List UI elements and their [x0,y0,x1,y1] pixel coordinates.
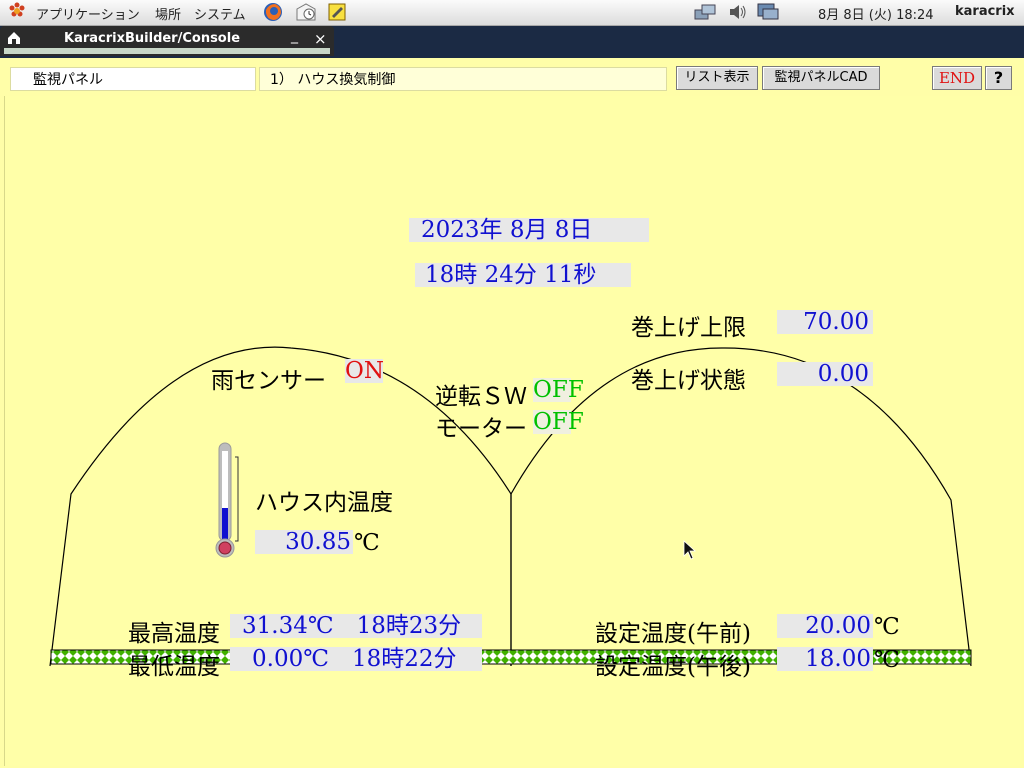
display-icon[interactable] [757,2,779,26]
console-title: KaracrixBuilder/Console [64,31,241,46]
house-temp-label: ハウス内温度 [255,490,393,516]
motor-value: OFF [533,409,584,435]
menu-places[interactable]: 場所 [155,4,181,23]
motor-label: モーター [435,416,527,442]
reverse-switch-label: 逆転ＳＷ [435,384,527,410]
set-temp-am-label: 設定温度(午前) [595,621,751,647]
house-temp-value: 30.85 [255,530,353,554]
date-display: 2023年 8月 8日 [409,218,649,242]
panel-cad-button[interactable]: 監視パネルCAD [762,66,880,90]
network-icon[interactable] [694,2,716,26]
max-temp-value: 31.34℃ 18時23分 [230,614,482,638]
rain-sensor-value: ON [345,358,384,384]
monitor-panel: 2023年 8月 8日 18時 24分 11秒 巻上げ上限 70.00 巻上げ状… [4,96,1021,766]
time-display: 18時 24分 11秒 [415,263,631,287]
mouse-cursor-icon [683,540,697,560]
rollup-limit-label: 巻上げ上限 [631,315,746,341]
set-temp-pm-unit: ℃ [874,647,900,673]
end-button[interactable]: END [932,66,982,90]
volume-icon[interactable] [728,2,748,26]
max-temp-label: 最高温度 [128,621,220,647]
system-top-bar: アプリケーション 場所 システム 8月 8日 (火) 18:24 karacri… [0,0,1024,26]
gnome-foot-icon[interactable] [8,2,26,24]
panel-name-field[interactable]: 監視パネル [10,67,256,91]
set-temp-pm-value: 18.00 [777,647,873,671]
thermometer-icon [215,442,239,558]
close-button[interactable]: × [314,30,327,48]
minimize-button[interactable]: _ [291,28,298,44]
set-temp-am-unit: ℃ [874,614,900,640]
window-home-icon [6,30,22,50]
user-name[interactable]: karacrix [955,4,1015,19]
clock[interactable]: 8月 8日 (火) 18:24 [818,4,934,23]
notepad-icon[interactable] [327,2,347,26]
monitor-app-frame: 監視パネル 1） ハウス換気制御 リスト表示 監視パネルCAD END ? 20… [0,58,1024,768]
rollup-limit-value: 70.00 [777,310,873,334]
min-temp-value: 0.00℃ 18時22分 [230,647,482,671]
rain-sensor-label: 雨センサー [211,368,326,394]
menu-system[interactable]: システム [194,4,246,23]
toolbar: 監視パネル 1） ハウス換気制御 リスト表示 監視パネルCAD END ? [0,58,1024,96]
rollup-state-label: 巻上げ状態 [631,368,746,394]
menu-applications[interactable]: アプリケーション [36,4,140,23]
rollup-state-value: 0.00 [777,362,873,386]
min-temp-label: 最低温度 [128,654,220,680]
firefox-icon[interactable] [263,2,283,26]
reverse-switch-value: OFF [533,377,584,403]
set-temp-pm-label: 設定温度(午後) [595,654,751,680]
page-name-field[interactable]: 1） ハウス換気制御 [259,67,667,91]
mail-clock-icon[interactable] [295,2,317,26]
list-view-button[interactable]: リスト表示 [676,66,758,90]
set-temp-am-value: 20.00 [777,614,873,638]
console-window[interactable]: KaracrixBuilder/Console _ × [0,26,334,56]
house-temp-unit: ℃ [354,530,380,556]
help-button[interactable]: ? [985,66,1012,90]
console-status-strip [4,48,330,54]
